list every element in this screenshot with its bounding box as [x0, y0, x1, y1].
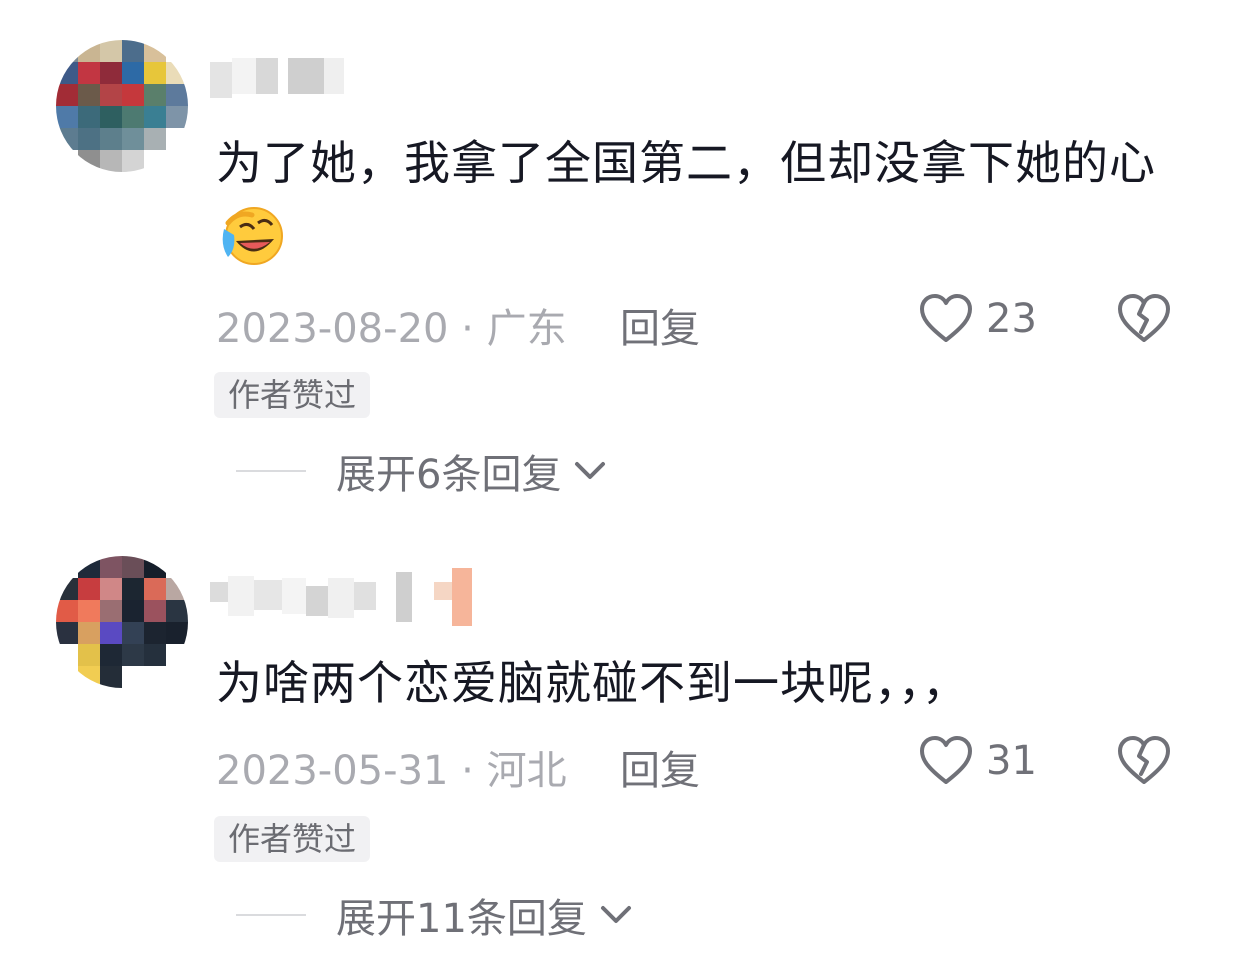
- comment-text: 为啥两个恋爱脑就碰不到一块呢，，，: [216, 656, 969, 710]
- avatar[interactable]: [56, 40, 188, 172]
- comment-date-location: 2023-05-31 · 河北: [216, 748, 567, 794]
- comment-date-location: 2023-08-20 · 广东: [216, 306, 567, 352]
- like-count: 31: [986, 738, 1037, 784]
- comment-text-content: 为了她，我拿了全国第二，但却没拿下她的心: [216, 136, 1156, 190]
- broken-heart-icon: [1118, 736, 1170, 784]
- username-blurred[interactable]: [210, 58, 344, 98]
- laughing-with-tears-emoji-icon: [222, 207, 283, 265]
- expand-replies-label: 展开6条回复: [336, 452, 562, 498]
- like-count: 23: [986, 296, 1037, 342]
- expand-replies-button[interactable]: 展开6条回复: [236, 442, 607, 500]
- like-button[interactable]: 31: [918, 734, 1037, 788]
- like-button[interactable]: 23: [918, 292, 1037, 346]
- expand-replies-label: 展开11条回复: [336, 896, 587, 942]
- reply-button[interactable]: 回复: [620, 738, 700, 796]
- reply-button[interactable]: 回复: [620, 296, 700, 354]
- dislike-button[interactable]: [1116, 292, 1172, 350]
- comment-text: 为了她，我拿了全国第二，但却没拿下她的心: [216, 126, 1176, 274]
- heart-icon: [920, 294, 972, 342]
- author-liked-badge: 作者赞过: [214, 816, 371, 862]
- chevron-down-icon: [575, 462, 606, 479]
- heart-icon: [920, 736, 972, 784]
- dislike-button[interactable]: [1116, 734, 1172, 792]
- expand-replies-button[interactable]: 展开11条回复: [236, 886, 633, 944]
- broken-heart-icon: [1118, 294, 1170, 342]
- chevron-down-icon: [600, 906, 631, 923]
- author-liked-badge: 作者赞过: [214, 372, 371, 418]
- divider-line: [236, 470, 306, 472]
- avatar[interactable]: [56, 556, 188, 688]
- username-blurred[interactable]: [210, 568, 472, 626]
- divider-line: [236, 914, 306, 916]
